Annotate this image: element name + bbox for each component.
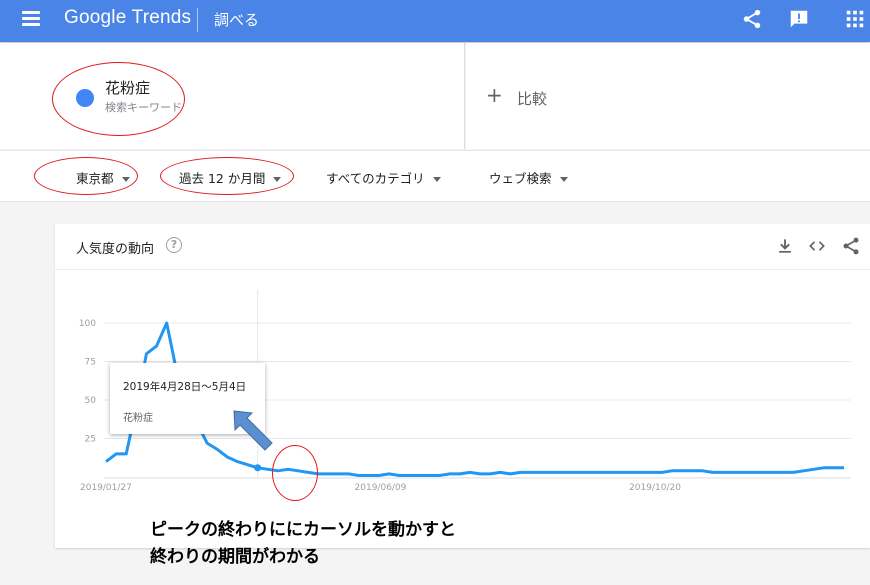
y-tick-label: 75 — [85, 358, 96, 368]
annotation-line-2: 終わりの期間がわかる — [150, 547, 320, 567]
page: Google Trends 調べる 花粉症 検索キーワード + 比較 東京都 過… — [0, 0, 870, 585]
x-tick-label: 2019/10/20 — [629, 483, 681, 493]
tooltip-date: 2019年4月28日～5月4日 — [123, 381, 247, 393]
x-tick-label: 2019/01/27 — [80, 483, 132, 493]
y-tick-label: 100 — [79, 319, 96, 329]
tooltip-term: 花粉症 — [123, 413, 153, 424]
x-tick-label: 2019/06/09 — [355, 483, 407, 493]
annotation-line-1: ピークの終わりににカーソルを動かすと — [150, 520, 456, 540]
annotation-text: ピークの終わりににカーソルを動かすと 終わりの期間がわかる — [150, 517, 456, 571]
y-tick-label: 25 — [85, 435, 96, 445]
hover-point — [254, 464, 262, 472]
annotation-arrow-icon — [233, 410, 273, 451]
interest-line-chart[interactable]: 25 50 75 100 2019/01/27 2019/06/09 2019/10/20 — [0, 0, 870, 585]
y-tick-label: 50 — [85, 396, 97, 406]
